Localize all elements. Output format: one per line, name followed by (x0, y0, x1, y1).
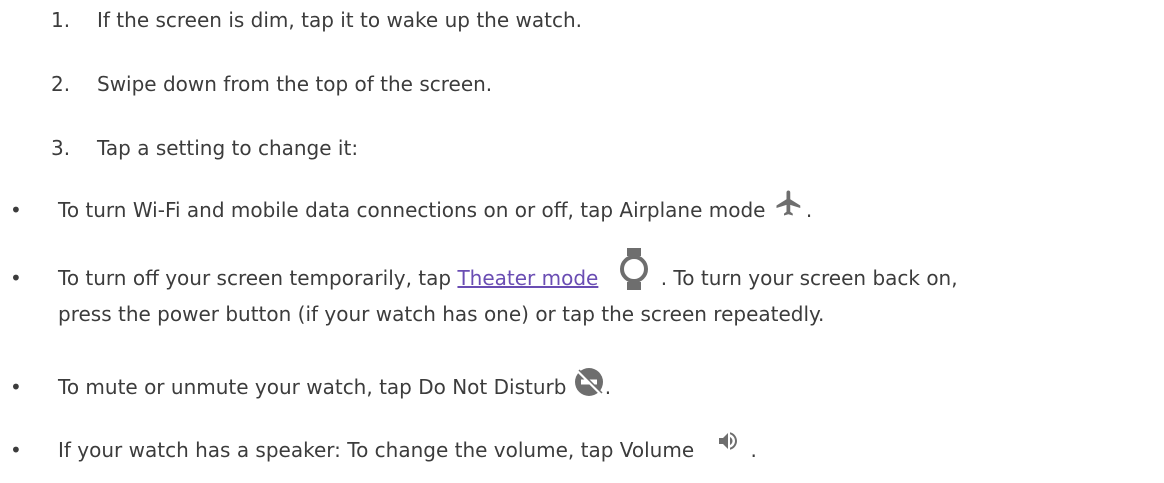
step-text: Swipe down from the top of the screen. (97, 72, 493, 96)
bullet-label: To mute or unmute your watch, tap Do Not… (58, 375, 567, 399)
bullet-marker: • (10, 266, 22, 290)
step-text: If the screen is dim, tap it to wake up … (97, 8, 582, 32)
bullet-label: If your watch has a speaker: To change t… (58, 438, 695, 462)
step-number: 3. (51, 136, 71, 160)
bullet-text: If your watch has a speaker: To change t… (58, 431, 757, 464)
bullet-punctuation: . (750, 438, 757, 462)
do-not-disturb-icon (573, 366, 605, 398)
bullet-punctuation: . (805, 198, 813, 222)
bullet-continuation: . To turn your screen back on, (660, 266, 958, 290)
bullet-label: To turn Wi-Fi and mobile data connection… (58, 198, 766, 222)
bullet-marker: • (10, 438, 22, 462)
volume-icon (715, 429, 741, 453)
bullet-text-line2: press the power button (if your watch ha… (58, 302, 825, 326)
bullet-text: To turn off your screen temporarily, tap… (58, 247, 958, 292)
bullet-marker: • (10, 375, 22, 399)
theater-mode-link[interactable]: Theater mode (457, 266, 598, 290)
bullet-text: To mute or unmute your watch, tap Do Not… (58, 367, 612, 401)
watch-icon (619, 247, 649, 290)
bullet-marker: • (10, 198, 22, 222)
step-number: 2. (51, 72, 71, 96)
bullet-label: To turn off your screen temporarily, tap (58, 266, 458, 290)
step-text: Tap a setting to change it: (97, 136, 359, 160)
airplane-icon (772, 188, 806, 218)
bullet-punctuation: . (604, 375, 612, 399)
bullet-text: To turn Wi-Fi and mobile data connection… (58, 190, 813, 224)
step-number: 1. (51, 8, 71, 32)
